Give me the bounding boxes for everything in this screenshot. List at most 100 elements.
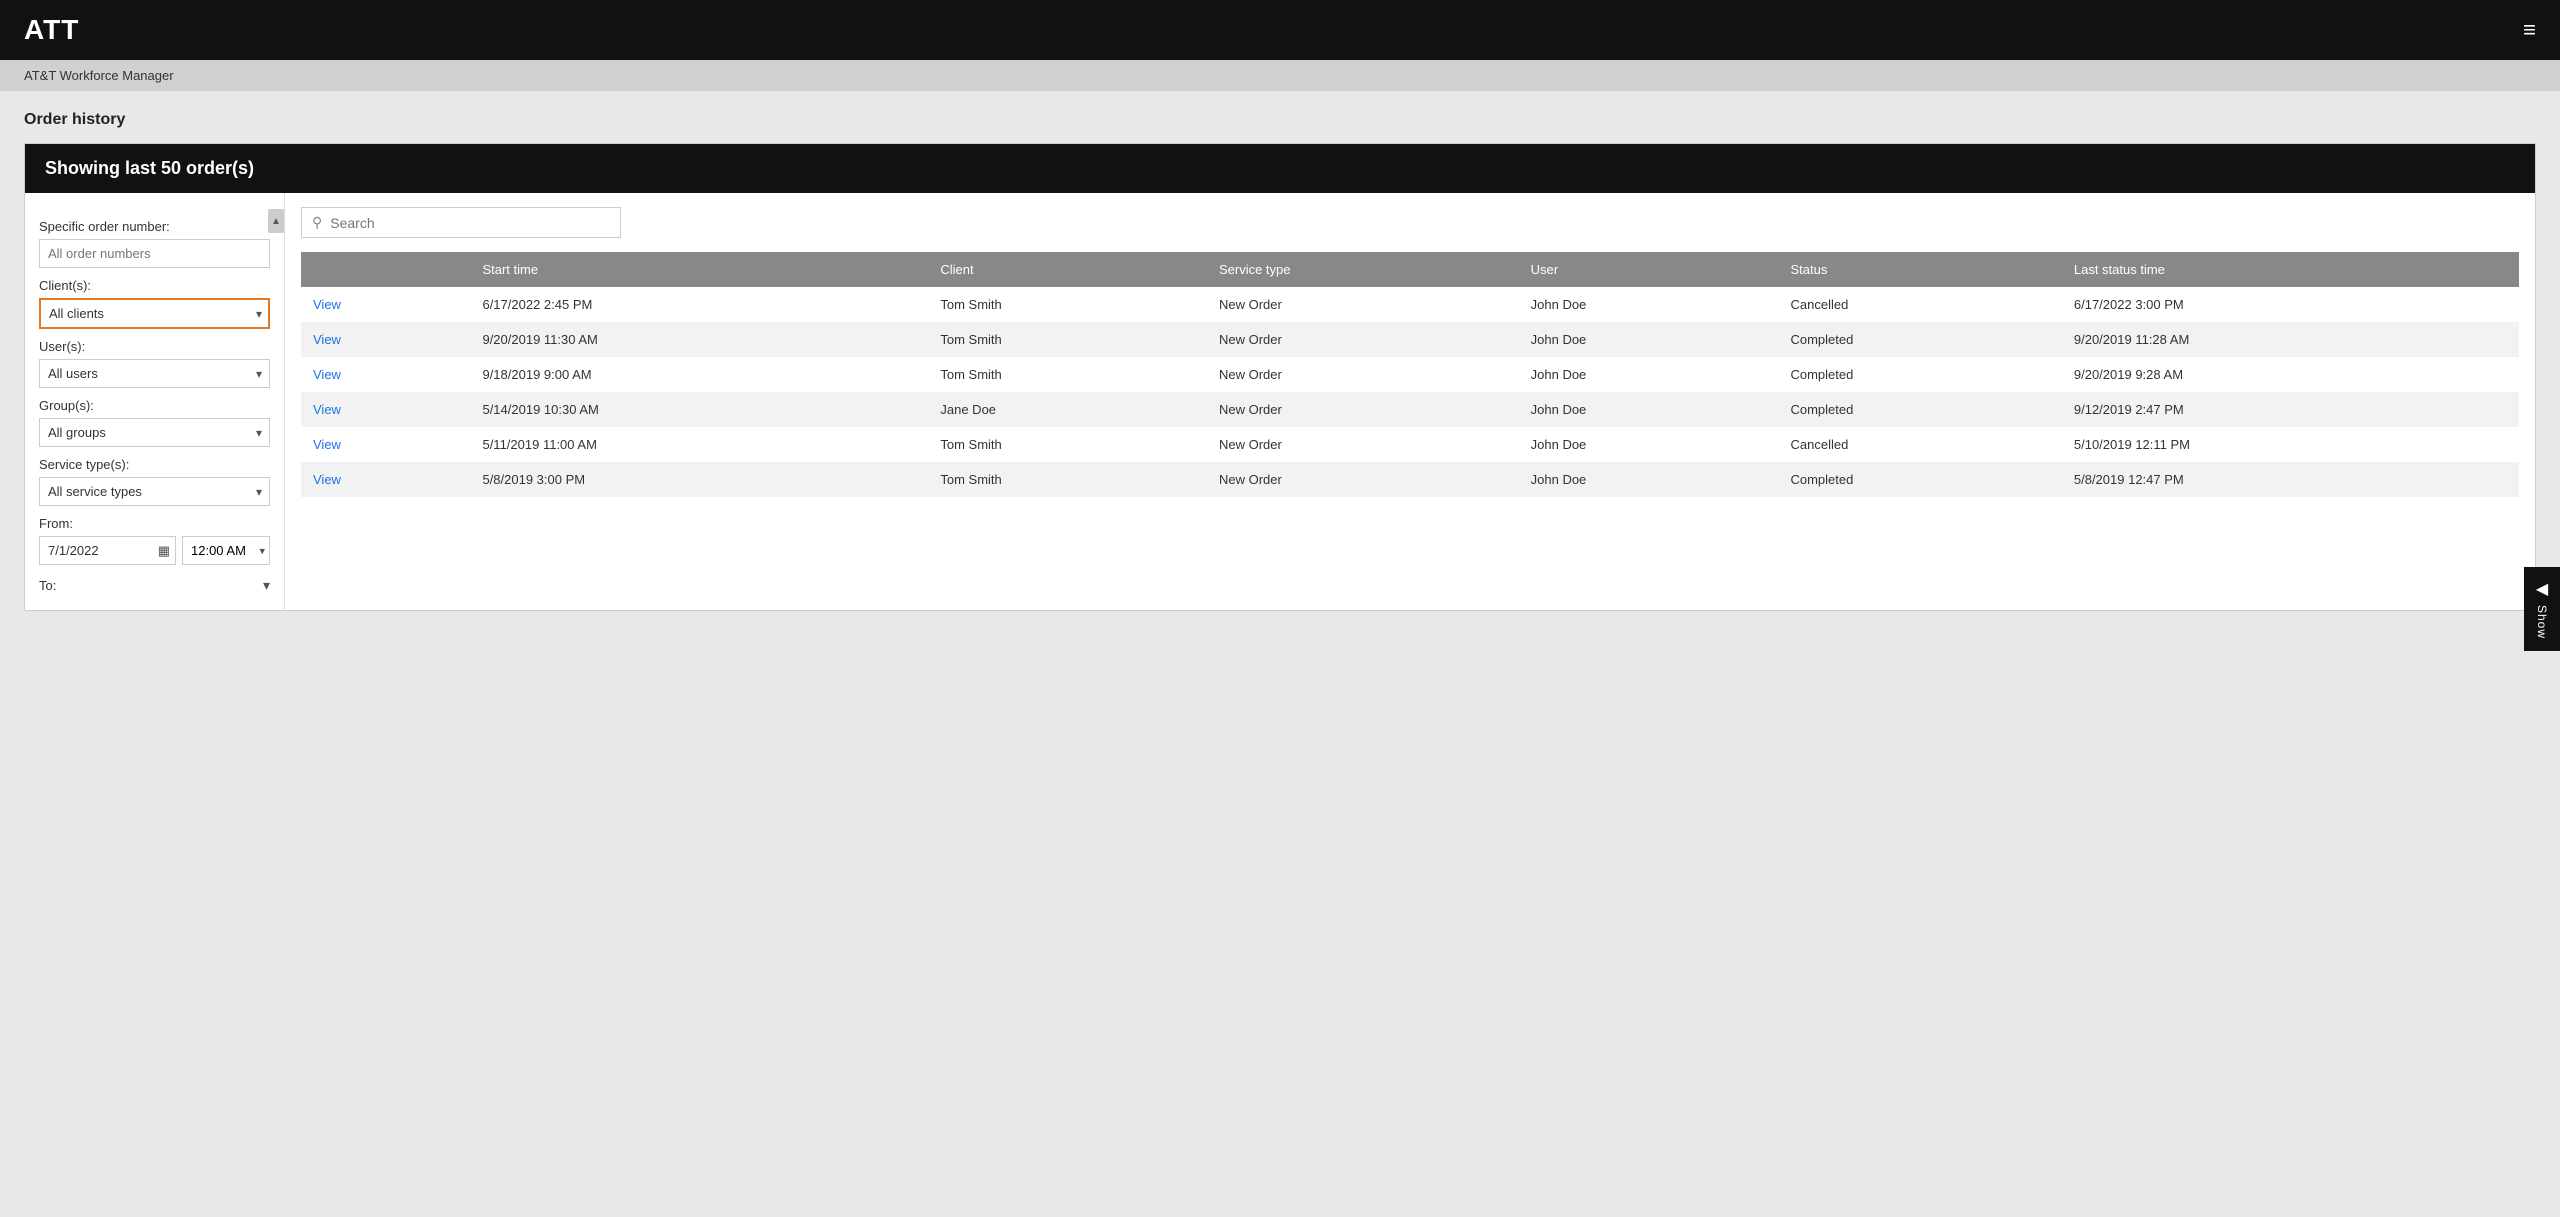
col-last-status-time: Last status time (2062, 252, 2519, 287)
view-link[interactable]: View (313, 367, 341, 382)
row-last-status-time: 5/10/2019 12:11 PM (2062, 427, 2519, 462)
groups-select[interactable]: All groups (39, 418, 270, 447)
search-bar: ⚲ (301, 207, 621, 238)
to-label: To: (39, 578, 56, 593)
col-action (301, 252, 470, 287)
table-row: View 5/11/2019 11:00 AM Tom Smith New Or… (301, 427, 2519, 462)
app-logo: ATT (24, 14, 79, 46)
row-last-status-time: 9/20/2019 11:28 AM (2062, 322, 2519, 357)
row-start-time: 5/11/2019 11:00 AM (470, 427, 928, 462)
row-client: Tom Smith (928, 322, 1207, 357)
to-chevron-icon[interactable]: ▾ (263, 577, 270, 594)
col-user: User (1519, 252, 1779, 287)
from-date-wrapper: ▦ (39, 536, 176, 565)
view-link[interactable]: View (313, 437, 341, 452)
table-body: View 6/17/2022 2:45 PM Tom Smith New Ord… (301, 287, 2519, 497)
row-status: Completed (1778, 462, 2061, 497)
row-action[interactable]: View (301, 462, 470, 497)
from-time-wrapper: 12:00 AM (182, 536, 270, 565)
row-user: John Doe (1519, 462, 1779, 497)
page-title: Order history (24, 111, 2536, 129)
top-nav: ATT ≡ (0, 0, 2560, 60)
row-user: John Doe (1519, 392, 1779, 427)
service-type-select[interactable]: All service types (39, 477, 270, 506)
row-user: John Doe (1519, 322, 1779, 357)
row-service-type: New Order (1207, 357, 1519, 392)
table-row: View 5/8/2019 3:00 PM Tom Smith New Orde… (301, 462, 2519, 497)
row-last-status-time: 6/17/2022 3:00 PM (2062, 287, 2519, 322)
card-body: ▲ Specific order number: Client(s): All … (25, 193, 2535, 610)
app-subtitle: AT&T Workforce Manager (24, 68, 174, 83)
row-user: John Doe (1519, 357, 1779, 392)
col-service-type: Service type (1207, 252, 1519, 287)
table-row: View 9/18/2019 9:00 AM Tom Smith New Ord… (301, 357, 2519, 392)
search-input[interactable] (330, 215, 610, 231)
from-label: From: (39, 516, 270, 531)
col-status: Status (1778, 252, 2061, 287)
row-last-status-time: 9/12/2019 2:47 PM (2062, 392, 2519, 427)
specific-order-input[interactable] (39, 239, 270, 268)
row-service-type: New Order (1207, 287, 1519, 322)
right-panel: ⚲ Start time Client Service type User St… (285, 193, 2535, 610)
row-action[interactable]: View (301, 322, 470, 357)
users-select[interactable]: All users (39, 359, 270, 388)
view-link[interactable]: View (313, 332, 341, 347)
table-header: Start time Client Service type User Stat… (301, 252, 2519, 287)
row-status: Completed (1778, 322, 2061, 357)
row-action[interactable]: View (301, 287, 470, 322)
order-history-card: Showing last 50 order(s) ▲ Specific orde… (24, 143, 2536, 611)
to-row: To: ▾ (39, 577, 270, 594)
col-start-time: Start time (470, 252, 928, 287)
clients-select[interactable]: All clients (39, 298, 270, 329)
row-client: Tom Smith (928, 427, 1207, 462)
row-client: Tom Smith (928, 287, 1207, 322)
service-type-label: Service type(s): (39, 457, 270, 472)
clients-select-wrapper: All clients (39, 298, 270, 329)
clients-label: Client(s): (39, 278, 270, 293)
from-date-row: ▦ 12:00 AM (39, 536, 270, 565)
row-action[interactable]: View (301, 392, 470, 427)
row-start-time: 9/18/2019 9:00 AM (470, 357, 928, 392)
row-last-status-time: 5/8/2019 12:47 PM (2062, 462, 2519, 497)
from-date-input[interactable] (39, 536, 176, 565)
view-link[interactable]: View (313, 402, 341, 417)
row-client: Tom Smith (928, 462, 1207, 497)
row-status: Completed (1778, 392, 2061, 427)
orders-table: Start time Client Service type User Stat… (301, 252, 2519, 497)
side-arrow-icon: ◀ (2536, 578, 2548, 598)
row-action[interactable]: View (301, 357, 470, 392)
view-link[interactable]: View (313, 297, 341, 312)
row-service-type: New Order (1207, 427, 1519, 462)
users-label: User(s): (39, 339, 270, 354)
table-row: View 5/14/2019 10:30 AM Jane Doe New Ord… (301, 392, 2519, 427)
main-content: Order history Showing last 50 order(s) ▲… (0, 91, 2560, 631)
users-select-wrapper: All users (39, 359, 270, 388)
card-header: Showing last 50 order(s) (25, 144, 2535, 193)
row-start-time: 6/17/2022 2:45 PM (470, 287, 928, 322)
row-service-type: New Order (1207, 462, 1519, 497)
row-client: Tom Smith (928, 357, 1207, 392)
groups-select-wrapper: All groups (39, 418, 270, 447)
sub-nav: AT&T Workforce Manager (0, 60, 2560, 91)
col-client: Client (928, 252, 1207, 287)
row-user: John Doe (1519, 287, 1779, 322)
menu-icon[interactable]: ≡ (2523, 17, 2536, 43)
filter-panel: ▲ Specific order number: Client(s): All … (25, 193, 285, 610)
from-time-select[interactable]: 12:00 AM (182, 536, 270, 565)
row-start-time: 9/20/2019 11:30 AM (470, 322, 928, 357)
side-show-button[interactable]: ◀ Show (2524, 566, 2560, 650)
groups-label: Group(s): (39, 398, 270, 413)
row-status: Completed (1778, 357, 2061, 392)
scroll-indicator[interactable]: ▲ (268, 209, 284, 233)
row-action[interactable]: View (301, 427, 470, 462)
table-row: View 6/17/2022 2:45 PM Tom Smith New Ord… (301, 287, 2519, 322)
row-client: Jane Doe (928, 392, 1207, 427)
row-service-type: New Order (1207, 322, 1519, 357)
search-icon: ⚲ (312, 214, 322, 231)
service-type-select-wrapper: All service types (39, 477, 270, 506)
row-start-time: 5/14/2019 10:30 AM (470, 392, 928, 427)
view-link[interactable]: View (313, 472, 341, 487)
specific-order-label: Specific order number: (39, 219, 270, 234)
row-service-type: New Order (1207, 392, 1519, 427)
calendar-icon[interactable]: ▦ (158, 543, 170, 559)
